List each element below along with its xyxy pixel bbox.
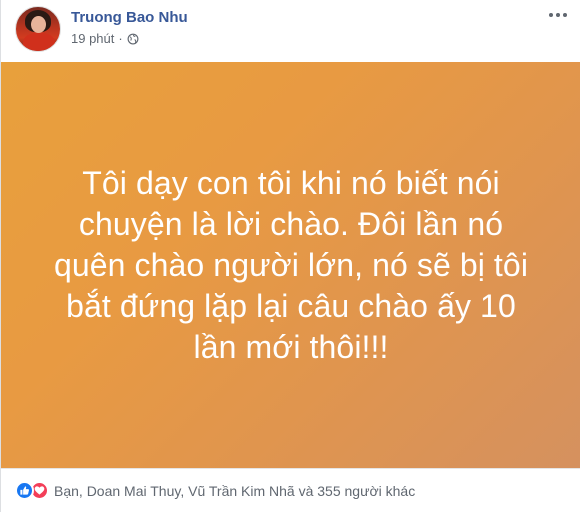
status-background: Tôi dạy con tôi khi nó biết nói chuyện l… (1, 62, 580, 468)
author-name[interactable]: Truong Bao Nhu (71, 9, 188, 26)
post-time[interactable]: 19 phút (71, 31, 114, 46)
like-icon[interactable] (15, 481, 34, 500)
post-meta: 19 phút · (71, 31, 139, 46)
status-line: chuyện là lời chào. Đôi lần nó (78, 205, 504, 242)
more-options-icon[interactable] (547, 8, 569, 22)
more-dot (556, 13, 560, 17)
post-header: Truong Bao Nhu 19 phút · (1, 0, 580, 62)
status-line: quên chào người lớn, nó sẽ bị tôi (53, 246, 529, 283)
meta-separator: · (118, 31, 123, 46)
avatar-face (31, 16, 46, 33)
status-line: lần mới thôi!!! (193, 328, 389, 365)
heart-icon (34, 486, 45, 495)
more-dot (549, 13, 553, 17)
reaction-icons[interactable] (15, 481, 49, 500)
more-dot (563, 13, 567, 17)
reaction-bar: Bạn, Doan Mai Thuy, Vũ Trần Kim Nhã và 3… (1, 468, 580, 512)
status-text: Tôi dạy con tôi khi nó biết nói chuyện l… (41, 163, 541, 368)
thumbs-up-icon (20, 486, 29, 495)
globe-icon[interactable] (127, 33, 139, 45)
status-line: bắt đứng lặp lại câu chào ấy 10 (66, 287, 516, 324)
status-line: Tôi dạy con tôi khi nó biết nói (82, 164, 500, 201)
avatar-dress (23, 33, 55, 51)
avatar[interactable] (15, 6, 61, 52)
reaction-summary[interactable]: Bạn, Doan Mai Thuy, Vũ Trần Kim Nhã và 3… (54, 483, 415, 499)
facebook-post: Truong Bao Nhu 19 phút · Tôi dạy con tôi… (0, 0, 580, 512)
